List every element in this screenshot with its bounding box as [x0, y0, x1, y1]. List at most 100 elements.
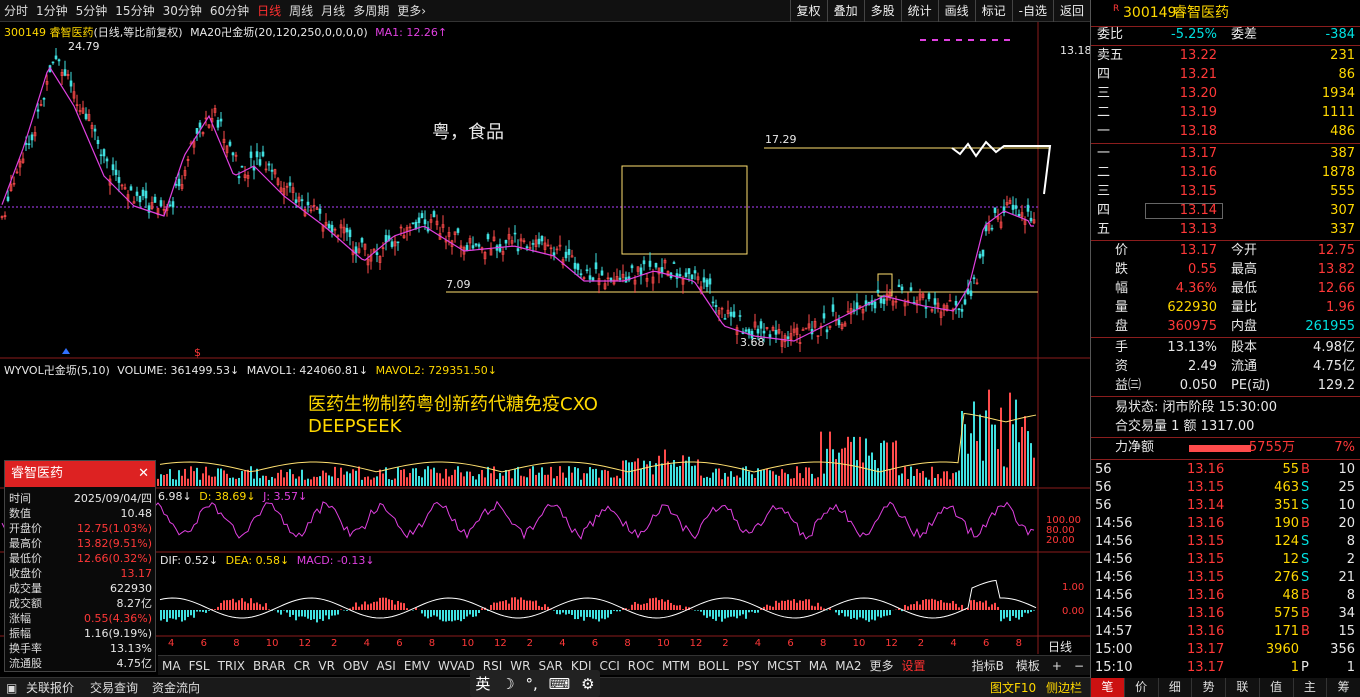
ime-icon[interactable]: 英: [475, 673, 490, 694]
indicator-tab[interactable]: BRAR: [249, 656, 290, 676]
depth-level: 二: [1097, 105, 1111, 120]
candle-body: [1029, 217, 1033, 222]
timeframe-tab[interactable]: 月线: [317, 0, 349, 22]
indicator-tab[interactable]: ROC: [624, 656, 658, 676]
quote-tab[interactable]: 主: [1292, 678, 1327, 697]
chart-tool-button[interactable]: 叠加: [826, 0, 864, 22]
indicator-tab[interactable]: MA2: [831, 656, 865, 676]
volume-bar: [583, 473, 585, 486]
macd-bar: [634, 601, 636, 610]
chart-tool-button[interactable]: 统计: [900, 0, 938, 22]
indicator-tab[interactable]: MTM: [658, 656, 694, 676]
indicator-tab[interactable]: 更多: [865, 656, 897, 676]
quote-tab[interactable]: 细: [1157, 678, 1192, 697]
volume-bar: [793, 478, 795, 486]
status-icon[interactable]: ▣: [6, 678, 17, 697]
kline-chart-area[interactable]: $ 300149 睿智医药(日线,等比前复权) MA20卍金坜(20,120,2…: [0, 22, 1092, 654]
indicator-tab[interactable]: OBV: [339, 656, 373, 676]
sidebar-toggle[interactable]: 侧边栏: [1046, 678, 1082, 697]
macd-bar: [730, 610, 732, 617]
depth-level: 二: [1097, 165, 1111, 180]
macd-bar: [427, 610, 429, 619]
indicator-tab-right[interactable]: +: [1046, 656, 1068, 676]
volume-bar: [787, 474, 789, 486]
timeframe-tab[interactable]: 30分钟: [159, 0, 206, 22]
indicator-tab[interactable]: EMV: [400, 656, 434, 676]
volume-bar: [586, 473, 588, 486]
timeframe-tab[interactable]: 日线: [253, 0, 285, 22]
price-axis-top: 13.18: [1060, 44, 1092, 57]
indicator-tab[interactable]: ASI: [372, 656, 399, 676]
volume-bar: [244, 470, 246, 486]
macd-bar: [802, 600, 804, 610]
ime-icon[interactable]: ⚙: [581, 675, 594, 693]
ime-icon[interactable]: ⌨: [549, 675, 571, 693]
macd-bar: [721, 610, 723, 622]
quote-tab[interactable]: 价: [1123, 678, 1158, 697]
indicator-tab[interactable]: 设置: [898, 656, 930, 676]
indicator-tab[interactable]: PSY: [733, 656, 763, 676]
tick-volume: 351: [1274, 498, 1299, 513]
status-link[interactable]: 交易查询: [90, 678, 138, 697]
chart-tool-button[interactable]: 复权: [789, 0, 827, 22]
indicator-tab[interactable]: TRIX: [214, 656, 249, 676]
timeframe-tab[interactable]: 1分钟: [32, 0, 72, 22]
timeframe-tab[interactable]: 周线: [285, 0, 317, 22]
indicator-tab-right[interactable]: 指标B: [966, 656, 1010, 676]
macd-bar: [562, 610, 564, 613]
chart-tool-button[interactable]: 多股: [863, 0, 901, 22]
indicator-tab-right[interactable]: −: [1068, 656, 1090, 676]
macd-bar: [235, 602, 237, 610]
indicator-tab[interactable]: FSL: [185, 656, 214, 676]
quote-tab[interactable]: 值: [1258, 678, 1293, 697]
indicator-tab[interactable]: MA: [158, 656, 185, 676]
volume-bar: [274, 478, 276, 486]
macd-bar: [394, 604, 396, 610]
status-link[interactable]: 资金流向: [152, 678, 200, 697]
timeframe-tab[interactable]: 多周期: [349, 0, 393, 22]
indicator-tab[interactable]: VR: [314, 656, 339, 676]
close-icon[interactable]: ✕: [138, 461, 149, 487]
chart-tool-button[interactable]: 画线: [937, 0, 975, 22]
status-link[interactable]: 关联报价: [26, 678, 74, 697]
volume-bar: [679, 465, 681, 486]
month-tick: 10: [852, 638, 866, 649]
indicator-tab[interactable]: MA: [805, 656, 832, 676]
stat-label: 手: [1115, 340, 1129, 355]
timeframe-tab[interactable]: 更多›: [393, 0, 430, 22]
chart-tool-button[interactable]: 返回: [1052, 0, 1090, 22]
quote-tab[interactable]: 联: [1225, 678, 1259, 697]
indicator-tab[interactable]: BOLL: [694, 656, 733, 676]
volume-bar: [580, 479, 582, 486]
timeframe-tab[interactable]: 5分钟: [72, 0, 112, 22]
month-tick: 10: [461, 638, 475, 649]
macd-bar: [565, 610, 567, 615]
timeframe-tab[interactable]: 15分钟: [111, 0, 158, 22]
volume-bar: [763, 469, 765, 486]
quote-tab[interactable]: 笔: [1090, 678, 1124, 697]
candle-body: [294, 199, 298, 203]
chart-tool-button[interactable]: -自选: [1011, 0, 1053, 22]
timeframe-tab[interactable]: 分时: [0, 0, 32, 22]
volume-bar: [268, 479, 270, 486]
candle-body: [330, 224, 334, 233]
f10-link[interactable]: 图文F10: [990, 678, 1036, 697]
depth-row: 一 13.18 486: [1091, 123, 1360, 141]
indicator-tab[interactable]: CR: [290, 656, 315, 676]
candle-body: [525, 246, 529, 249]
candle-body: [702, 277, 706, 283]
candle-body: [456, 228, 460, 233]
volume-bar: [622, 460, 624, 486]
volume-bar: [286, 472, 288, 486]
quote-tab[interactable]: 筹: [1326, 678, 1360, 697]
ime-icon[interactable]: °,: [526, 675, 538, 693]
quote-tab[interactable]: 势: [1191, 678, 1225, 697]
indicator-tab[interactable]: MCST: [763, 656, 805, 676]
timeframe-tab[interactable]: 60分钟: [206, 0, 253, 22]
candle-body: [600, 270, 604, 276]
ime-icon[interactable]: ☽: [501, 675, 514, 693]
vol-legend-mavol1: MAVOL1: 424060.81↓: [246, 364, 369, 377]
chart-tool-button[interactable]: 标记: [974, 0, 1012, 22]
volume-bar: [403, 469, 405, 486]
indicator-tab-right[interactable]: 模板: [1010, 656, 1046, 676]
